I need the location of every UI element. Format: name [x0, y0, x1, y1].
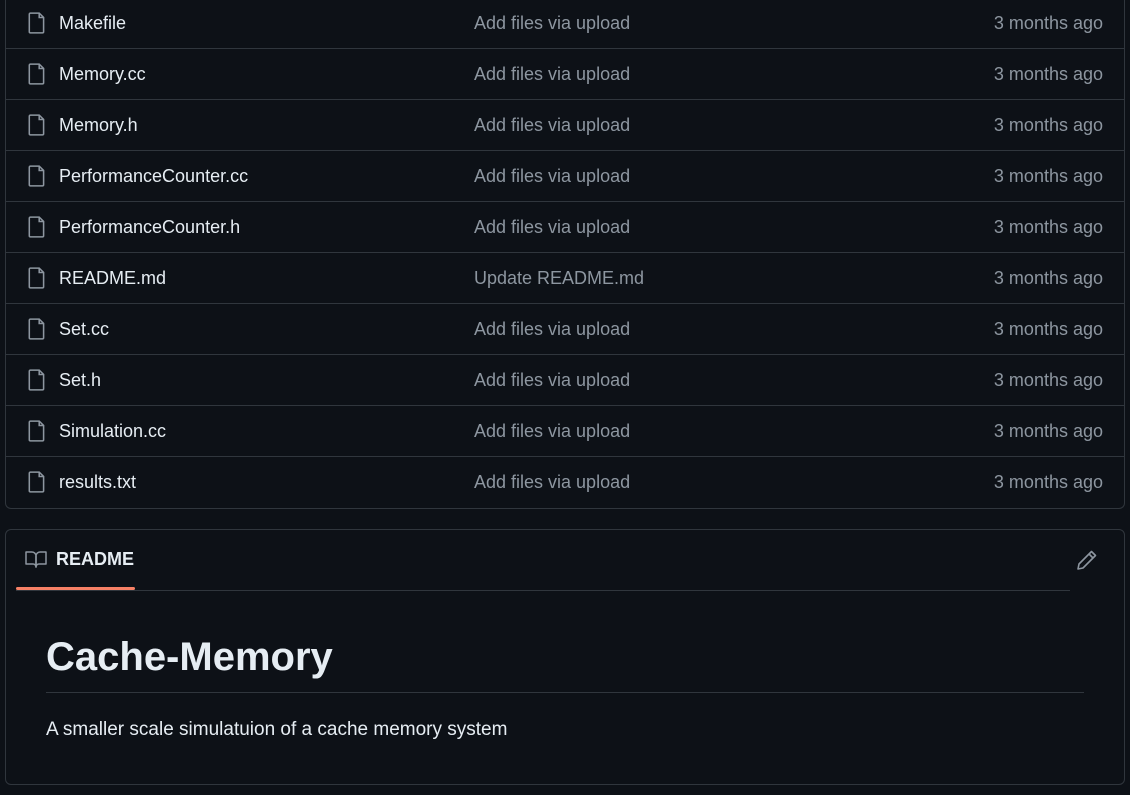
tab-readme-label: README	[56, 549, 135, 569]
divider	[16, 590, 1070, 591]
file-name-link[interactable]: PerformanceCounter.h	[59, 217, 240, 238]
commit-message-link[interactable]: Add files via upload	[474, 115, 630, 136]
file-name-link[interactable]: Set.cc	[59, 319, 109, 340]
commit-age: 3 months ago	[993, 12, 1103, 33]
readme-panel: README Cache-Memory A smaller scale simu…	[5, 529, 1125, 785]
readme-header: README	[6, 530, 1124, 591]
commit-message-link[interactable]: Add files via upload	[474, 421, 630, 442]
file-icon	[28, 420, 45, 442]
file-icon	[28, 12, 45, 34]
commit-age: 3 months ago	[993, 114, 1103, 135]
heading-divider	[46, 692, 1084, 693]
commit-message-link[interactable]: Add files via upload	[474, 13, 630, 34]
file-row-results-txt[interactable]: results.txt Add files via upload 3 month…	[6, 457, 1124, 508]
file-row-memory-cc[interactable]: Memory.cc Add files via upload 3 months …	[6, 49, 1124, 100]
file-name-link[interactable]: Simulation.cc	[59, 421, 166, 442]
commit-message-link[interactable]: Add files via upload	[474, 217, 630, 238]
commit-message-link[interactable]: Update README.md	[474, 268, 644, 289]
pencil-icon[interactable]	[1075, 548, 1099, 572]
file-icon	[28, 471, 45, 493]
file-row-set-cc[interactable]: Set.cc Add files via upload 3 months ago	[6, 304, 1124, 355]
file-icon	[28, 318, 45, 340]
commit-message-link[interactable]: Add files via upload	[474, 370, 630, 391]
file-row-performancecounter-cc[interactable]: PerformanceCounter.cc Add files via uplo…	[6, 151, 1124, 202]
file-row-performancecounter-h[interactable]: PerformanceCounter.h Add files via uploa…	[6, 202, 1124, 253]
commit-age: 3 months ago	[993, 165, 1103, 186]
commit-age: 3 months ago	[993, 369, 1103, 390]
file-row-memory-h[interactable]: Memory.h Add files via upload 3 months a…	[6, 100, 1124, 151]
file-name-link[interactable]: PerformanceCounter.cc	[59, 166, 248, 187]
file-name-link[interactable]: Set.h	[59, 370, 101, 391]
commit-age: 3 months ago	[993, 267, 1103, 288]
file-row-makefile[interactable]: Makefile Add files via upload 3 months a…	[6, 0, 1124, 49]
commit-age: 3 months ago	[993, 63, 1103, 84]
file-icon	[28, 267, 45, 289]
file-name-link[interactable]: Memory.cc	[59, 64, 146, 85]
commit-message-link[interactable]: Add files via upload	[474, 166, 630, 187]
file-list: Makefile Add files via upload 3 months a…	[5, 0, 1125, 509]
tab-readme[interactable]: README	[16, 530, 135, 590]
file-name-link[interactable]: Makefile	[59, 13, 126, 34]
commit-age: 3 months ago	[993, 216, 1103, 237]
book-icon	[25, 551, 47, 568]
commit-message-link[interactable]: Add files via upload	[474, 319, 630, 340]
file-name-link[interactable]: Memory.h	[59, 115, 138, 136]
file-row-readme-md[interactable]: README.md Update README.md 3 months ago	[6, 253, 1124, 304]
readme-heading: Cache-Memory	[46, 635, 333, 679]
commit-age: 3 months ago	[993, 420, 1103, 441]
commit-message-link[interactable]: Add files via upload	[474, 472, 630, 493]
file-row-set-h[interactable]: Set.h Add files via upload 3 months ago	[6, 355, 1124, 406]
file-icon	[28, 63, 45, 85]
file-icon	[28, 114, 45, 136]
file-row-simulation-cc[interactable]: Simulation.cc Add files via upload 3 mon…	[6, 406, 1124, 457]
file-icon	[28, 165, 45, 187]
file-icon	[28, 369, 45, 391]
commit-age: 3 months ago	[993, 472, 1103, 492]
commit-age: 3 months ago	[993, 318, 1103, 339]
readme-description: A smaller scale simulatuion of a cache m…	[46, 719, 508, 740]
commit-message-link[interactable]: Add files via upload	[474, 64, 630, 85]
file-name-link[interactable]: README.md	[59, 268, 166, 289]
file-name-link[interactable]: results.txt	[59, 472, 136, 493]
file-icon	[28, 216, 45, 238]
